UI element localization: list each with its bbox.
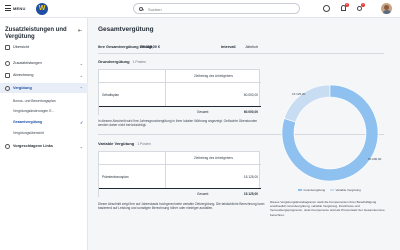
overview-icon xyxy=(5,44,10,50)
chevron-down-icon: ⌄ xyxy=(79,72,83,78)
chevron-up-icon: ⌃ xyxy=(79,85,83,91)
donut-chart: 15.125,00 60.000,00 xyxy=(270,78,390,203)
donut-slice-variable-verg-tung[interactable] xyxy=(283,84,331,123)
legend-swatch xyxy=(298,188,302,192)
compensation-icon xyxy=(5,85,10,91)
sidebar: Zusatzleistungen und Vergütung ⇤ Übersic… xyxy=(0,18,88,250)
sidebar-subitem-bonus-plan[interactable]: Bonus- und Bewertungsplan xyxy=(13,99,56,103)
sidebar-subitem-total-compensation[interactable]: Gesamtvergütung ✓ xyxy=(13,120,83,125)
chart-note: Dieses Vergütungskreisdiagramm stellt di… xyxy=(270,200,385,217)
total-value: 75.125,00 € xyxy=(140,45,161,49)
base-section-title: Grundvergütung 1 Posten xyxy=(98,59,146,64)
sidebar-item-label: Vergütung xyxy=(13,86,32,90)
row-value: 60.000,00 xyxy=(243,93,258,97)
section-title-text: Grundvergütung xyxy=(98,59,130,64)
data-label: 60.000,00 xyxy=(368,157,382,161)
sidebar-item-label: Übersicht xyxy=(13,45,30,49)
page-title: Gesamtvergütung xyxy=(98,26,154,33)
table-total-row: Gesamt: 15.125,00 xyxy=(99,188,261,198)
sidebar-item-label: Abrechnung xyxy=(13,73,34,77)
sidebar-item-payroll[interactable]: Abrechnung ⌄ xyxy=(0,70,88,80)
base-note: In diesem Abschnitt wird Ihre Jahresgrun… xyxy=(98,119,258,128)
search-input[interactable] xyxy=(148,5,288,14)
company-logo[interactable]: W xyxy=(36,3,48,15)
sidebar-subitem-compensation-changes[interactable]: Vergütungsänderungen E... xyxy=(13,109,54,113)
legend-label: Grundvergütung xyxy=(303,188,326,192)
interval-value: Jährlich xyxy=(245,45,259,49)
chevron-down-icon: ⌄ xyxy=(79,60,83,66)
sidebar-item-benefits[interactable]: Zusatzleistungen ⌄ xyxy=(0,58,88,68)
search-icon xyxy=(139,6,143,11)
chat-icon[interactable] xyxy=(323,5,330,12)
variable-section-title: Variable Vergütung 1 Posten xyxy=(98,141,151,146)
section-count: 1 Posten xyxy=(132,60,146,64)
total-row-label: Gesamt: xyxy=(197,192,210,196)
sidebar-title: Zusatzleistungen und Vergütung xyxy=(5,27,67,40)
top-bar: MENU W 2 1 xyxy=(0,0,400,18)
table-row: Prämienbonusplan 15.125,00 xyxy=(99,164,261,189)
sidebar-item-label: Vorgeschlagene Links xyxy=(13,144,54,148)
total-summary: Ihre Gesamtvergütung beträgt 75.125,00 €… xyxy=(98,42,384,52)
main-content: Gesamtvergütung Ihre Gesamtvergütung bet… xyxy=(88,18,400,250)
menu-icon[interactable] xyxy=(5,5,11,12)
column-header: Zielbetrag des Arbeitgebers xyxy=(165,70,261,82)
link-icon xyxy=(5,143,10,149)
table-row: Gehaltsplan 60.000,00 xyxy=(99,82,261,107)
data-label: 15.125,00 xyxy=(292,92,306,96)
sidebar-subitem-compensation-overview[interactable]: Vergütungsübersicht xyxy=(13,131,44,135)
check-icon: ✓ xyxy=(80,119,84,125)
menu-label[interactable]: MENU xyxy=(13,6,26,11)
column-header: Zielbetrag des Arbeitgebers xyxy=(165,152,261,164)
chevron-left-icon[interactable]: ⇤ xyxy=(78,28,82,34)
sidebar-item-compensation[interactable]: Vergütung ⌃ xyxy=(0,83,88,93)
base-table: Zielbetrag des Arbeitgebers Gehaltsplan … xyxy=(98,69,261,116)
total-row-value: 15.125,00 xyxy=(243,192,258,196)
divider xyxy=(98,53,384,54)
donut-chart-svg xyxy=(281,84,379,182)
sidebar-item-suggested-links[interactable]: Vorgeschlagene Links ⌄ xyxy=(0,141,88,151)
alert-badge: 1 xyxy=(361,3,365,7)
legend-item[interactable]: Variable Vergütung xyxy=(330,188,361,192)
sidebar-item-label: Zusatzleistungen xyxy=(13,61,42,65)
variable-table: Zielbetrag des Arbeitgebers Prämienbonus… xyxy=(98,151,261,198)
benefits-icon xyxy=(5,60,10,66)
table-total-row: Gesamt: 60.000,00 xyxy=(99,106,261,116)
search-box[interactable] xyxy=(133,3,300,14)
sidebar-item-overview[interactable]: Übersicht xyxy=(0,42,88,52)
avatar[interactable] xyxy=(381,3,392,14)
total-row-label: Gesamt: xyxy=(197,110,210,114)
total-row-value: 60.000,00 xyxy=(243,110,258,114)
notification-badge: 2 xyxy=(345,3,349,7)
interval-label: Intervall xyxy=(221,45,236,49)
variable-note: Dieser Abschnitt zeigt Ihre auf Jahresba… xyxy=(98,202,265,211)
sun-icon[interactable]: 1 xyxy=(356,3,365,14)
row-value: 15.125,00 xyxy=(243,175,258,179)
chevron-down-icon: ⌄ xyxy=(79,143,83,149)
row-name: Gehaltsplan xyxy=(102,93,120,97)
payroll-icon xyxy=(5,72,10,78)
legend-swatch xyxy=(330,188,335,192)
row-name: Prämienbonusplan xyxy=(102,175,129,179)
bell-icon[interactable]: 2 xyxy=(340,3,349,14)
section-count: 1 Posten xyxy=(137,142,151,146)
sidebar-subitem-label: Gesamtvergütung xyxy=(13,120,43,124)
legend-item[interactable]: Grundvergütung xyxy=(298,188,325,192)
legend-label: Variable Vergütung xyxy=(335,188,361,192)
section-title-text: Variable Vergütung xyxy=(98,141,135,146)
chart-legend: Grundvergütung Variable Vergütung xyxy=(298,188,365,192)
